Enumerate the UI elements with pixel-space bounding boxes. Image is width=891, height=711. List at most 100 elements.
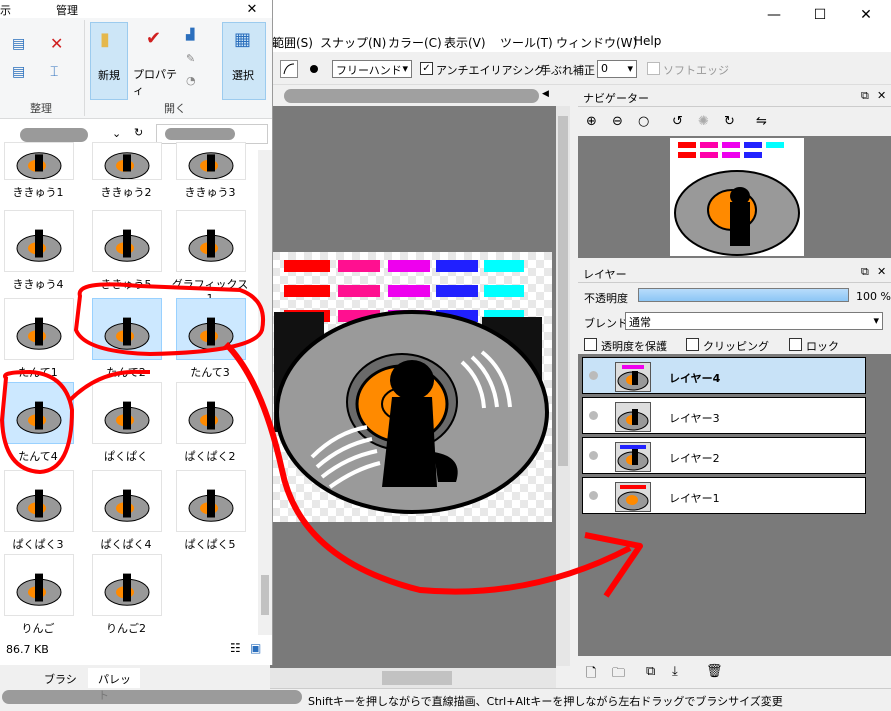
close-button[interactable]: ✕ bbox=[843, 0, 889, 30]
opacity-slider[interactable] bbox=[638, 288, 849, 302]
eye-icon[interactable] bbox=[589, 371, 598, 380]
layer-row-1[interactable]: レイヤー1 bbox=[582, 477, 866, 514]
maximize-button[interactable]: ☐ bbox=[797, 0, 843, 30]
soft-edge-checkbox[interactable] bbox=[647, 62, 660, 75]
edit-icon[interactable]: ✎ bbox=[186, 52, 195, 65]
chevron-down-icon[interactable]: ⌄ bbox=[112, 127, 121, 140]
properties-button[interactable]: ✔ プロパティ bbox=[132, 22, 180, 98]
protect-alpha-checkbox[interactable] bbox=[584, 338, 597, 351]
menu-tools[interactable]: ツール(T) bbox=[500, 34, 553, 51]
explorer-close-button[interactable]: ✕ bbox=[232, 0, 272, 18]
ribbon-divider bbox=[84, 20, 85, 116]
antialias-checkbox[interactable]: ✓ bbox=[420, 62, 433, 75]
float-panel-icon[interactable]: ⧉ bbox=[861, 265, 869, 279]
search-input[interactable] bbox=[156, 124, 268, 144]
layer-row-3[interactable]: レイヤー3 bbox=[582, 397, 866, 434]
open-icon[interactable]: ▟ bbox=[186, 28, 194, 41]
menu-snap[interactable]: スナップ(N) bbox=[320, 34, 386, 51]
file-thumbnail bbox=[176, 210, 246, 272]
blend-label: ブレンド bbox=[584, 317, 628, 330]
rotate-reset-icon[interactable]: ✺ bbox=[698, 114, 709, 129]
file-name: たんて2 bbox=[106, 366, 146, 379]
brush-mode-select[interactable]: フリーハンド ▾ bbox=[332, 60, 412, 78]
ribbon-tab-view[interactable]: 示 bbox=[0, 2, 11, 18]
vertical-scrollbar[interactable] bbox=[556, 106, 570, 666]
status-text: Shiftキーを押しながらで直線描画、Ctrl+Altキーを押しながら左右ドラッ… bbox=[308, 695, 783, 708]
large-icons-view-icon[interactable]: ▣ bbox=[250, 641, 261, 655]
file-thumbnail bbox=[92, 470, 162, 532]
move-to-icon[interactable]: ▤ bbox=[12, 36, 25, 52]
minimize-button[interactable]: — bbox=[751, 0, 797, 30]
delete-icon[interactable]: ✕ bbox=[50, 34, 63, 53]
zoom-reset-icon[interactable]: ○ bbox=[638, 114, 649, 129]
group-organize-label: 整理 bbox=[30, 102, 52, 115]
history-icon[interactable]: ◔ bbox=[186, 74, 196, 87]
navigator-toolbar: ⊕ ⊖ ○ ↺ ✺ ↻ ⇋ bbox=[578, 108, 891, 136]
vertical-scroll-thumb[interactable] bbox=[558, 116, 568, 466]
navigator-thumbnail bbox=[670, 138, 804, 256]
tab-palette[interactable]: パレット bbox=[88, 668, 140, 702]
eye-icon[interactable] bbox=[589, 411, 598, 420]
horizontal-scrollbar[interactable] bbox=[270, 668, 556, 688]
refresh-icon[interactable]: ↻ bbox=[134, 126, 143, 139]
details-view-icon[interactable]: ☷ bbox=[230, 641, 241, 655]
eye-icon[interactable] bbox=[589, 491, 598, 500]
menu-window[interactable]: ウィンドウ(W) bbox=[556, 34, 637, 51]
clipping-checkbox[interactable] bbox=[686, 338, 699, 351]
copy-to-icon[interactable]: ▤ bbox=[12, 64, 25, 80]
ribbon-tab-manage[interactable]: 管理 bbox=[56, 2, 78, 18]
curve-icon bbox=[283, 63, 295, 75]
rename-icon[interactable]: ⌶ bbox=[50, 64, 58, 80]
close-panel-icon[interactable]: ✕ bbox=[877, 265, 886, 278]
canvas-artwork bbox=[272, 252, 552, 522]
explorer-vscrollbar[interactable] bbox=[258, 150, 272, 635]
select-button[interactable]: ▦ 選択 bbox=[222, 22, 266, 100]
stabilizer-select[interactable]: 0 ▾ bbox=[597, 60, 637, 78]
rotate-left-icon[interactable]: ↺ bbox=[672, 114, 683, 129]
eye-icon[interactable] bbox=[589, 451, 598, 460]
new-layer-icon[interactable]: 🗋 bbox=[586, 664, 596, 686]
zoom-out-icon[interactable]: ⊖ bbox=[612, 114, 623, 129]
menu-view[interactable]: 表示(V) bbox=[444, 34, 486, 51]
new-item-button[interactable]: ▮ 新規 bbox=[90, 22, 128, 100]
layer-thumbnail bbox=[615, 442, 651, 472]
menu-color[interactable]: カラー(C) bbox=[388, 34, 442, 51]
blend-mode-select[interactable]: 通常 ▾ bbox=[625, 312, 883, 330]
explorer-scroll-thumb[interactable] bbox=[261, 575, 269, 615]
tool-options-bar: フリーハンド ▾ ✓ アンチエイリアシング 手ぶれ補正 0 ▾ ソフトエッジ bbox=[270, 54, 891, 85]
opacity-slider-fill bbox=[639, 289, 848, 301]
file-thumbnail bbox=[4, 470, 74, 532]
tab-scroll-left-icon[interactable]: ◀ bbox=[542, 89, 549, 99]
layer-thumb-art bbox=[617, 485, 649, 511]
file-explorer-window: 示 管理 ✕ ▤ ✕ ▤ ⌶ 整理 ▮ 新規 ✔ プロパティ ▟ ✎ ◔ 開く … bbox=[0, 0, 273, 665]
file-name: ぱくぱく4 bbox=[100, 538, 152, 551]
navigator-preview[interactable] bbox=[578, 136, 891, 258]
chevron-down-icon: ▾ bbox=[627, 62, 633, 75]
curve-tool-button[interactable] bbox=[280, 60, 298, 78]
float-panel-icon[interactable]: ⧉ bbox=[861, 89, 869, 103]
drawing-canvas[interactable] bbox=[272, 252, 552, 522]
layer-row-2[interactable]: レイヤー2 bbox=[582, 437, 866, 474]
close-panel-icon[interactable]: ✕ bbox=[877, 89, 886, 102]
tab-brush[interactable]: ブラシ bbox=[44, 671, 77, 687]
rotate-right-icon[interactable]: ↻ bbox=[724, 114, 735, 129]
flip-horizontal-icon[interactable]: ⇋ bbox=[756, 114, 767, 129]
file-thumbnail bbox=[92, 382, 162, 444]
horizontal-scroll-thumb[interactable] bbox=[382, 671, 452, 685]
navigator-title: ナビゲーター bbox=[583, 92, 649, 105]
delete-layer-icon[interactable]: 🗑 bbox=[706, 664, 723, 679]
zoom-in-icon[interactable]: ⊕ bbox=[586, 114, 597, 129]
explorer-status-bar: 86.7 KB ☷ ▣ bbox=[0, 638, 272, 660]
layer-row-4[interactable]: レイヤー4 bbox=[582, 357, 866, 394]
layer-thumb-art bbox=[617, 445, 649, 471]
new-folder-icon[interactable]: 🗀 bbox=[612, 664, 625, 686]
duplicate-layer-icon[interactable]: ⧉ bbox=[646, 664, 655, 679]
close-icon: ✕ bbox=[860, 7, 872, 23]
file-name: ぱくぱく bbox=[104, 450, 148, 463]
layer-buttons-bar: 🗋 🗀 ⧉ ⤓ 🗑 bbox=[578, 658, 891, 686]
menu-help[interactable]: Help bbox=[634, 34, 661, 48]
lock-checkbox[interactable] bbox=[789, 338, 802, 351]
file-name: ききゅう1 bbox=[12, 186, 64, 199]
merge-down-icon[interactable]: ⤓ bbox=[672, 664, 678, 679]
menu-selection[interactable]: 範囲(S) bbox=[272, 34, 313, 51]
